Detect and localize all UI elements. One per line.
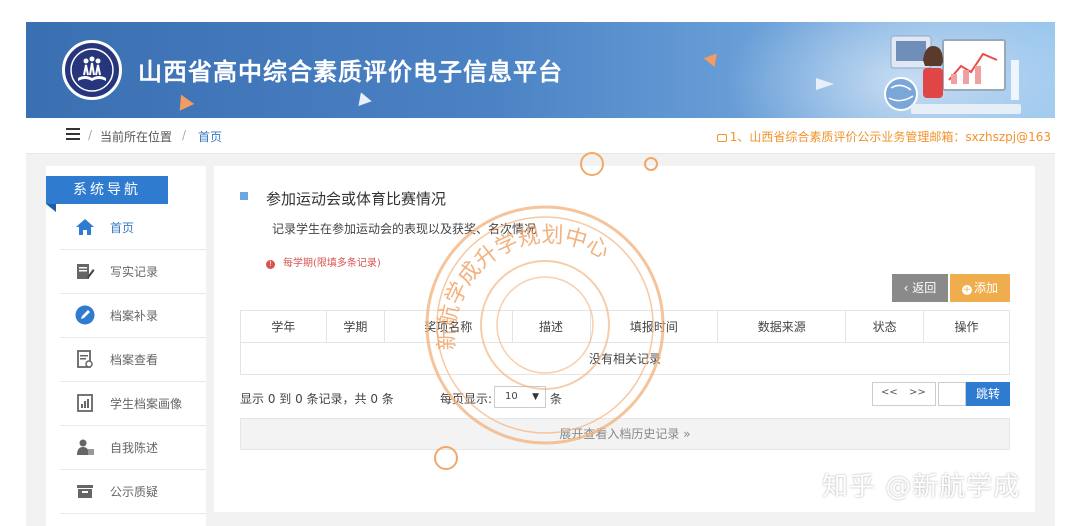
platform-logo: [62, 40, 122, 100]
section-marker-icon: [240, 192, 248, 200]
sidebar-item-label: 档案补录: [110, 309, 159, 323]
main-panel: 参加运动会或体育比赛情况 记录学生在参加运动会的表现以及获奖、名次情况 ! 每学期…: [214, 166, 1035, 512]
next-page-button[interactable]: >>: [909, 387, 926, 398]
pager: << >>: [872, 382, 936, 406]
decor-triangle: [173, 91, 195, 111]
decor-circle: [644, 157, 658, 171]
sidebar: 系统导航 首页 写实记录 档案补录 档案查看 学生档案画像 自我陈述 公示质疑: [46, 166, 206, 526]
sidebar-item-label: 自我陈述: [110, 441, 159, 455]
notice-marquee: 1、山西省综合素质评价公示业务管理邮箱：sxzhszpj@163: [716, 128, 1051, 145]
sidebar-item-supplement[interactable]: 档案补录: [60, 294, 206, 338]
sidebar-item-publicity[interactable]: 公示质疑: [60, 470, 206, 514]
table-header-row: 学年 学期 奖项名称 描述 填报时间 数据来源 状态 操作: [240, 310, 1010, 343]
sidebar-heading: 系统导航: [46, 176, 168, 204]
home-icon: [74, 216, 96, 238]
per-page-label: 每页显示:: [440, 392, 493, 406]
per-page-suffix: 条: [550, 392, 563, 406]
column-header[interactable]: 奖项名称: [383, 310, 513, 343]
breadcrumb: / 当前所在位置 / 首页 1、山西省综合素质评价公示业务管理邮箱：sxzhsz…: [26, 118, 1055, 154]
breadcrumb-home-link[interactable]: 首页: [198, 128, 222, 145]
plus-circle-icon: +: [961, 285, 972, 295]
warning-text: 每学期(限填多条记录): [283, 258, 381, 269]
megaphone-icon: [716, 134, 727, 142]
edit-icon: [74, 260, 96, 282]
breadcrumb-separator: /: [182, 128, 187, 142]
header-banner: 山西省高中综合素质评价电子信息平台: [26, 22, 1055, 118]
column-header[interactable]: 描述: [511, 310, 591, 343]
column-header[interactable]: 填报时间: [589, 310, 719, 343]
sidebar-item-view-archive[interactable]: 档案查看: [60, 338, 206, 382]
decor-triangle: [354, 89, 372, 107]
sidebar-item-label: 公示质疑: [110, 485, 159, 499]
column-header[interactable]: 学年: [240, 310, 327, 343]
menu-toggle-icon[interactable]: [66, 128, 80, 140]
sidebar-item-label: 首页: [110, 221, 135, 235]
decor-circle: [434, 446, 458, 470]
jump-page-input[interactable]: [938, 382, 966, 406]
column-header[interactable]: 学期: [325, 310, 385, 343]
logo-emblem-icon: [70, 48, 114, 92]
add-button[interactable]: + 添加: [950, 274, 1010, 302]
pagination-info: 显示 0 到 0 条记录，共 0 条: [240, 392, 394, 406]
breadcrumb-current-label: 当前所在位置: [100, 130, 173, 144]
inbox-icon: [74, 480, 96, 502]
banner-illustration: [884, 35, 1021, 114]
page-title: 山西省高中综合素质评价电子信息平台: [138, 58, 563, 86]
warning-note: ! 每学期(限填多条记录): [266, 254, 381, 269]
zhihu-watermark: 知乎 @新航学成: [822, 472, 1021, 502]
chart-document-icon: [74, 392, 96, 414]
per-page-select[interactable]: 10 ▼: [494, 386, 546, 408]
history-toggle[interactable]: 展开查看入档历史记录 »: [240, 418, 1010, 450]
sidebar-item-records[interactable]: 写实记录: [60, 250, 206, 294]
sidebar-heading-fold: [46, 204, 56, 212]
back-button[interactable]: ‹ 返回: [892, 274, 948, 302]
sidebar-item-label: 学生档案画像: [110, 397, 183, 411]
column-header[interactable]: 状态: [845, 310, 925, 343]
prev-page-button[interactable]: <<: [881, 387, 898, 398]
warning-icon: !: [266, 260, 275, 269]
sidebar-item-label: 写实记录: [110, 265, 159, 279]
column-header: 操作: [923, 310, 1010, 343]
sidebar-item-portrait[interactable]: 学生档案画像: [60, 382, 206, 426]
pencil-circle-icon: [74, 304, 96, 326]
sidebar-item-label: 档案查看: [110, 353, 159, 367]
person-icon: [74, 436, 96, 458]
column-header[interactable]: 数据来源: [717, 310, 847, 343]
sidebar-item-home[interactable]: 首页: [60, 206, 206, 250]
back-button-label: 返回: [912, 281, 937, 295]
add-button-label: 添加: [973, 281, 998, 295]
decor-circle: [580, 152, 604, 176]
document-search-icon: [74, 348, 96, 370]
empty-table-message: 没有相关记录: [240, 342, 1010, 375]
section-title: 参加运动会或体育比赛情况: [266, 190, 447, 208]
jump-button[interactable]: 跳转: [966, 382, 1010, 406]
chevron-left-icon: ‹: [903, 281, 913, 295]
table-row: 没有相关记录: [240, 342, 1010, 375]
decor-triangle: [816, 78, 834, 90]
breadcrumb-separator: /: [88, 128, 93, 142]
section-description: 记录学生在参加运动会的表现以及获奖、名次情况: [272, 222, 537, 236]
records-table: 学年 学期 奖项名称 描述 填报时间 数据来源 状态 操作 没有相关记录: [240, 310, 1010, 375]
decor-triangle: [703, 48, 723, 68]
per-page-value: 10: [505, 391, 518, 402]
chevron-down-icon: ▼: [532, 392, 539, 402]
sidebar-item-self-statement[interactable]: 自我陈述: [60, 426, 206, 470]
notice-text: 1、山西省综合素质评价公示业务管理邮箱：sxzhszpj@163: [729, 130, 1051, 144]
